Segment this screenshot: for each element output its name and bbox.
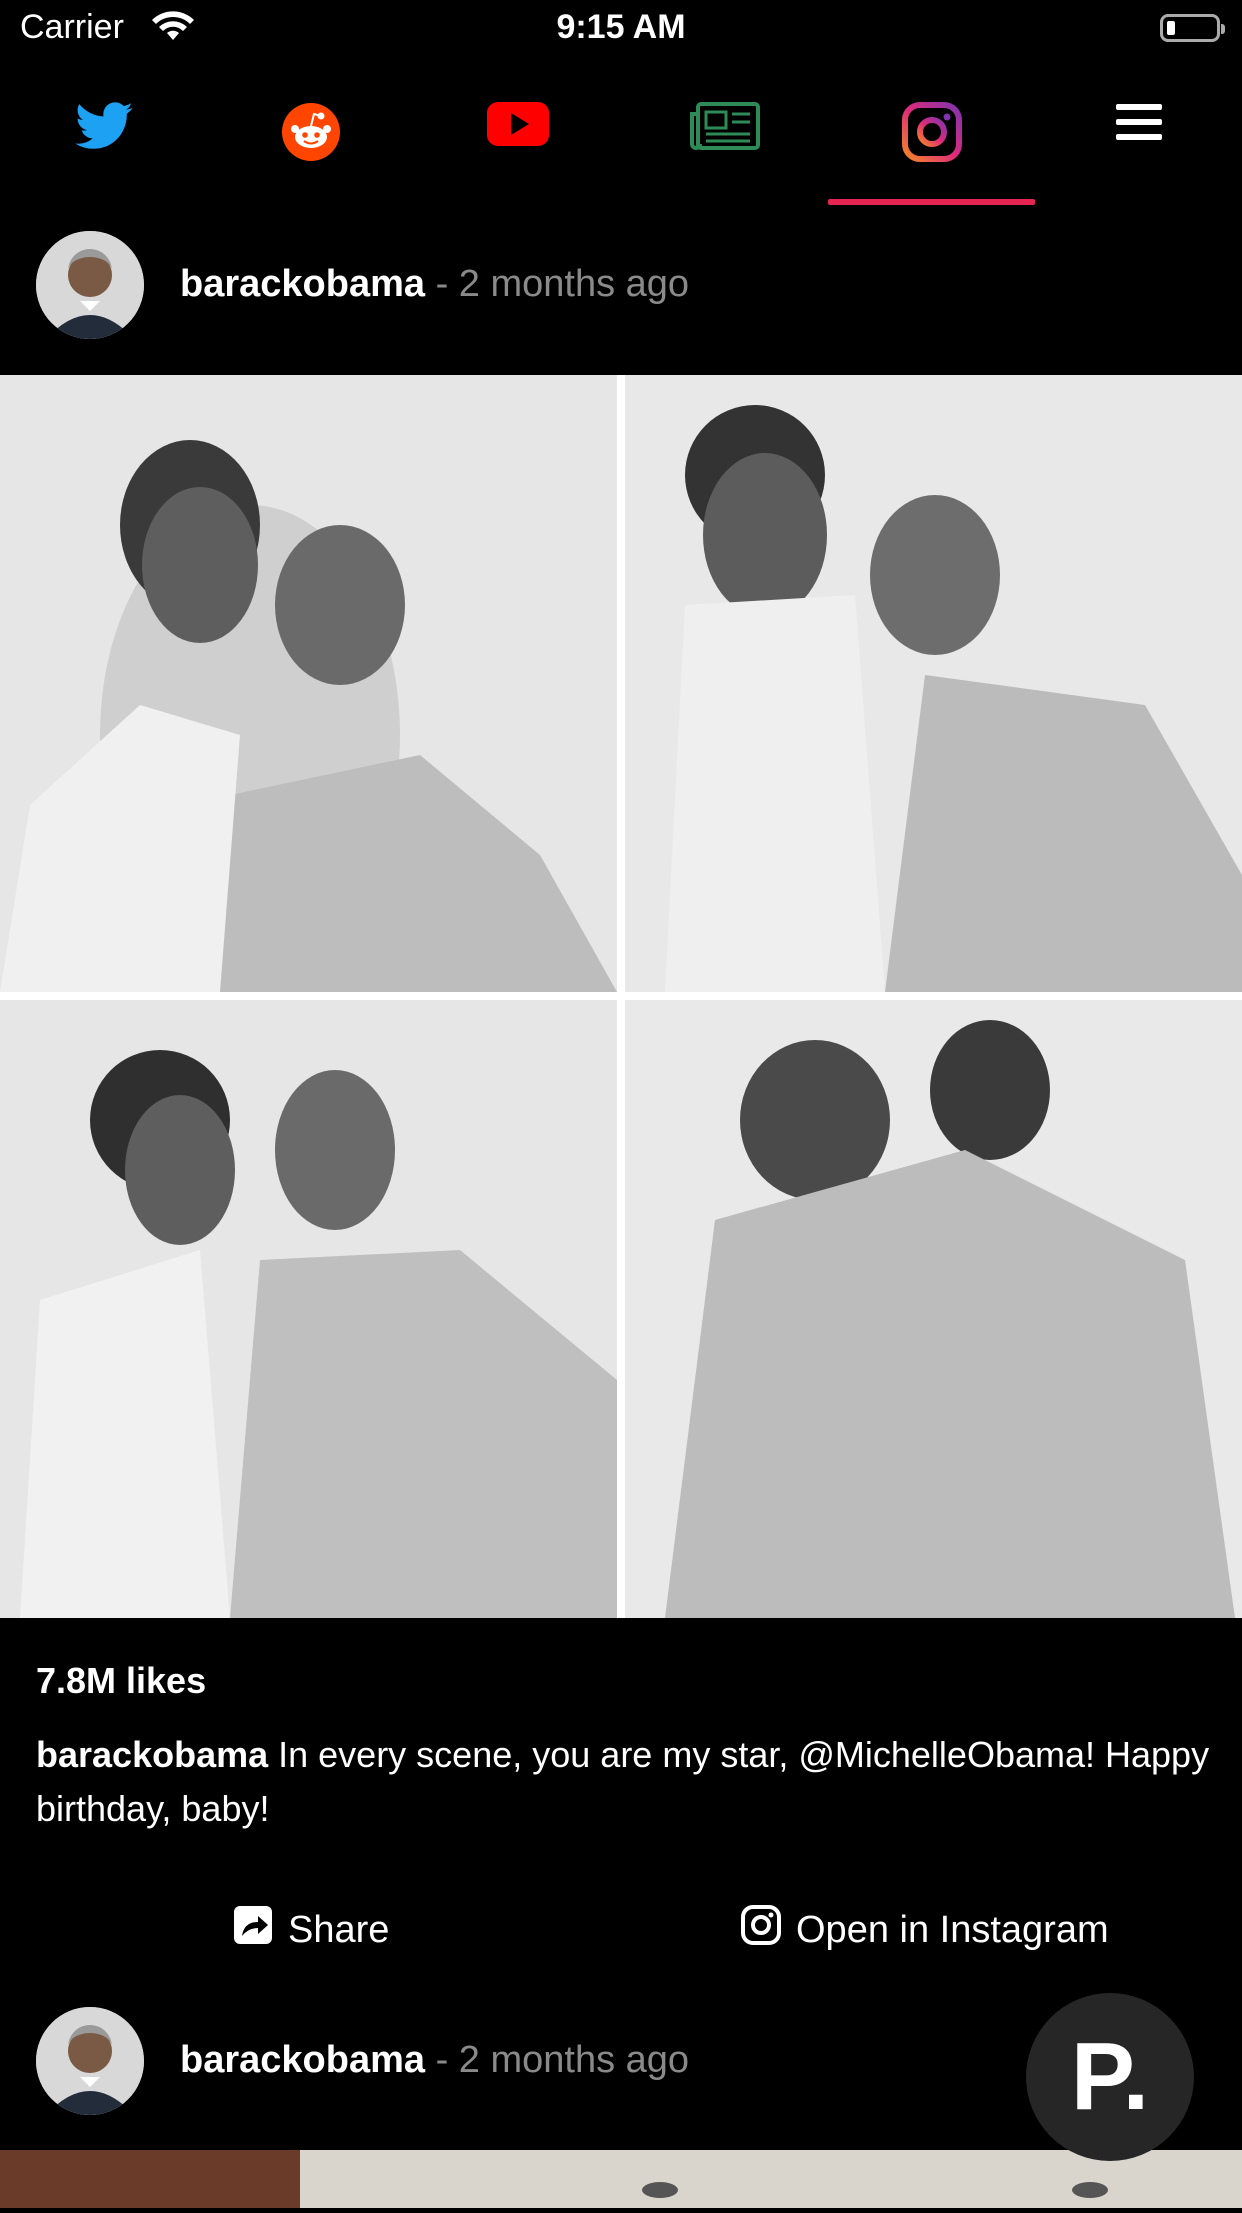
instagram-icon [901,102,962,167]
news-icon [689,102,760,155]
photo-bottom-right [625,1000,1242,1618]
photo-bottom-left [0,1000,617,1618]
twitter-icon [74,102,133,155]
likes-count: 7.8M likes [36,1660,207,1701]
tab-reddit[interactable] [207,90,414,205]
timestamp: - 2 months ago [425,263,690,305]
menu-icon [1115,102,1163,147]
avatar[interactable] [36,231,144,339]
photo-top-right [625,375,1242,992]
post-image[interactable] [0,375,1242,1618]
instagram-outline-icon [740,1904,796,1956]
timestamp: - 2 months ago [425,2039,690,2081]
tab-youtube[interactable] [414,90,621,205]
tab-news[interactable] [621,90,828,205]
post-header[interactable]: barackobama - 2 months ago [0,231,1242,341]
tab-menu[interactable] [1035,90,1242,205]
youtube-icon [486,102,549,151]
post-meta: barackobama - 2 months ago [180,263,689,306]
next-post-image[interactable] [0,2150,1242,2208]
share-icon [232,1904,288,1956]
fab-label: P. [1070,2023,1150,2130]
open-in-instagram-label: Open in Instagram [796,1908,1109,1951]
caption-username[interactable]: barackobama [36,1734,268,1775]
open-in-instagram-button[interactable]: Open in Instagram [740,1890,1109,1970]
post-meta: barackobama - 2 months ago [180,2039,689,2082]
battery-icon [1160,14,1225,42]
caption: barackobama In every scene, you are my s… [36,1728,1216,1836]
app-logo-button[interactable]: P. [1026,1993,1194,2161]
tab-instagram[interactable] [828,90,1035,205]
source-tab-bar [0,90,1242,205]
share-button[interactable]: Share [232,1890,389,1970]
avatar[interactable] [36,2007,144,2115]
reddit-icon [281,102,341,167]
post-actions: Share Open in Instagram [0,1890,1242,1970]
photo-top-left [0,375,617,992]
username[interactable]: barackobama [180,2039,425,2081]
tab-twitter[interactable] [0,90,207,205]
share-label: Share [288,1908,390,1951]
status-bar: Carrier 9:15 AM [0,0,1242,62]
username[interactable]: barackobama [180,263,425,305]
clock: 9:15 AM [556,8,686,46]
